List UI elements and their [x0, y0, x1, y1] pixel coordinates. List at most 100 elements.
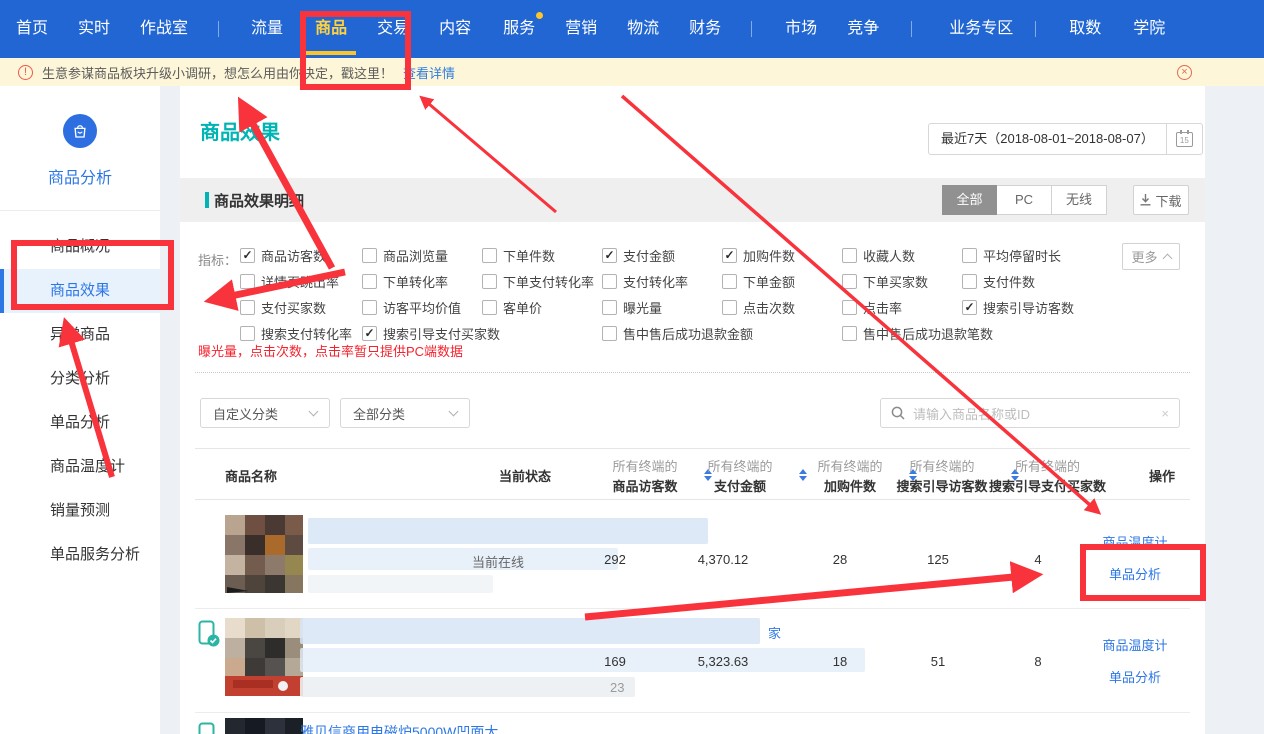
checkbox-icon[interactable] — [962, 274, 977, 289]
column-header-visitors[interactable]: 所有终端的 商品访客数 — [590, 449, 700, 501]
nav-item-marketing[interactable]: 营销 — [565, 0, 597, 58]
metric-checkbox[interactable]: ✓商品访客数 — [240, 246, 326, 265]
checkbox-icon[interactable] — [842, 274, 857, 289]
checkbox-icon[interactable] — [362, 248, 377, 263]
checkbox-icon[interactable] — [602, 274, 617, 289]
blurred-product-image[interactable] — [225, 515, 303, 593]
nav-item-finance[interactable]: 财务 — [689, 0, 721, 58]
column-header-pay-amount[interactable]: 所有终端的 支付金额 — [685, 449, 795, 501]
metric-checkbox[interactable]: 收藏人数 — [842, 246, 915, 265]
product-search-input[interactable]: 请输入商品名称或ID × — [880, 398, 1180, 428]
blurred-product-image[interactable] — [225, 718, 303, 734]
metric-checkbox[interactable]: 下单件数 — [482, 246, 555, 265]
checkbox-icon[interactable]: ✓ — [362, 326, 377, 341]
nav-item-realtime[interactable]: 实时 — [78, 0, 110, 58]
checkbox-icon[interactable]: ✓ — [722, 248, 737, 263]
checkbox-icon[interactable] — [722, 300, 737, 315]
checkbox-icon[interactable] — [362, 274, 377, 289]
date-range-picker[interactable]: 最近7天（2018-08-01~2018-08-07） 15 — [928, 123, 1203, 155]
blurred-product-image[interactable] — [225, 618, 303, 696]
sidebar-item-product-thermometer[interactable]: 商品温度计 — [0, 445, 160, 489]
checkbox-icon[interactable]: ✓ — [240, 248, 255, 263]
blurred-product-name — [308, 575, 493, 593]
nav-item-trade[interactable]: 交易 — [377, 0, 409, 58]
nav-item-traffic[interactable]: 流量 — [251, 0, 283, 58]
more-button[interactable]: 更多 — [1122, 243, 1180, 270]
tab-wireless[interactable]: 无线 — [1052, 185, 1107, 215]
nav-item-data-fetch[interactable]: 取数 — [1069, 0, 1101, 58]
metric-checkbox[interactable]: 客单价 — [482, 298, 542, 317]
metric-checkbox[interactable]: ✓搜索引导访客数 — [962, 298, 1074, 317]
metric-checkbox[interactable]: 下单金额 — [722, 272, 795, 291]
metric-checkbox[interactable]: 下单支付转化率 — [482, 272, 594, 291]
action-product-thermometer[interactable]: 商品温度计 — [1075, 532, 1195, 551]
checkbox-icon[interactable] — [842, 326, 857, 341]
metric-checkbox[interactable]: 访客平均价值 — [362, 298, 461, 317]
metric-checkbox[interactable]: ✓加购件数 — [722, 246, 795, 265]
product-name-link[interactable]: 雅贝信商用电磁炉5000W凹面大 — [300, 722, 498, 734]
nav-item-business-zone[interactable]: 业务专区 — [949, 0, 1013, 58]
sidebar-item-sales-forecast[interactable]: 销量预测 — [0, 489, 160, 533]
sidebar-item-abnormal-product[interactable]: 异常商品 — [0, 313, 160, 357]
metric-checkbox[interactable]: 售中售后成功退款笔数 — [842, 324, 993, 343]
column-header-actions: 操作 — [1112, 449, 1205, 501]
checkbox-icon[interactable]: ✓ — [962, 300, 977, 315]
checkbox-icon[interactable] — [240, 274, 255, 289]
metric-checkbox[interactable]: 支付转化率 — [602, 272, 688, 291]
action-product-thermometer[interactable]: 商品温度计 — [1075, 635, 1195, 654]
metric-checkbox[interactable]: 下单转化率 — [362, 272, 448, 291]
metric-label: 收藏人数 — [863, 246, 915, 265]
checkbox-icon[interactable] — [482, 248, 497, 263]
metric-checkbox[interactable]: 详情页跳出率 — [240, 272, 339, 291]
metric-checkbox[interactable]: 点击率 — [842, 298, 902, 317]
nav-item-home[interactable]: 首页 — [16, 0, 48, 58]
checkbox-icon[interactable] — [722, 274, 737, 289]
checkbox-icon[interactable] — [482, 274, 497, 289]
checkbox-icon[interactable] — [482, 300, 497, 315]
nav-item-service[interactable]: 服务 — [503, 0, 535, 58]
metric-checkbox[interactable]: 点击次数 — [722, 298, 795, 317]
action-single-item-analysis[interactable]: 单品分析 — [1075, 564, 1195, 583]
metric-checkbox[interactable]: 支付件数 — [962, 272, 1035, 291]
nav-item-product[interactable]: 商品 — [315, 0, 347, 58]
download-button[interactable]: 下载 — [1133, 185, 1189, 215]
nav-item-warroom[interactable]: 作战室 — [140, 0, 188, 58]
nav-item-academy[interactable]: 学院 — [1133, 0, 1165, 58]
nav-item-contentnav[interactable]: 内容 — [439, 0, 471, 58]
sidebar-item-product-overview[interactable]: 商品概况 — [0, 225, 160, 269]
clear-icon[interactable]: × — [1161, 406, 1169, 421]
custom-category-dropdown[interactable]: 自定义分类 — [200, 398, 330, 428]
blurred-product-name — [308, 518, 708, 544]
banner-detail-link[interactable]: 查看详情 — [403, 63, 455, 82]
checkbox-icon[interactable] — [962, 248, 977, 263]
checkbox-icon[interactable] — [362, 300, 377, 315]
nav-item-competition[interactable]: 竞争 — [847, 0, 879, 58]
sidebar-item-single-item-analysis[interactable]: 单品分析 — [0, 401, 160, 445]
sidebar-item-single-item-service[interactable]: 单品服务分析 — [0, 533, 160, 577]
sidebar-item-category-analysis[interactable]: 分类分析 — [0, 357, 160, 401]
checkbox-icon[interactable] — [842, 248, 857, 263]
metric-checkbox[interactable]: ✓支付金额 — [602, 246, 675, 265]
nav-item-logistics[interactable]: 物流 — [627, 0, 659, 58]
action-single-item-analysis[interactable]: 单品分析 — [1075, 667, 1195, 686]
metric-checkbox[interactable]: 下单买家数 — [842, 272, 928, 291]
checkbox-icon[interactable]: ✓ — [602, 248, 617, 263]
metric-checkbox[interactable]: 曝光量 — [602, 298, 662, 317]
nav-item-market[interactable]: 市场 — [785, 0, 817, 58]
checkbox-icon[interactable] — [240, 300, 255, 315]
all-category-dropdown[interactable]: 全部分类 — [340, 398, 470, 428]
metric-checkbox[interactable]: 售中售后成功退款金额 — [602, 324, 753, 343]
tab-pc[interactable]: PC — [997, 185, 1052, 215]
calendar-button[interactable]: 15 — [1166, 124, 1202, 154]
checkbox-icon[interactable] — [602, 326, 617, 341]
close-icon[interactable]: × — [1177, 65, 1192, 80]
sidebar-item-product-effect[interactable]: 商品效果 — [0, 269, 160, 313]
checkbox-icon[interactable] — [602, 300, 617, 315]
checkbox-icon[interactable] — [842, 300, 857, 315]
sidebar-menu: 商品概况 商品效果 异常商品 分类分析 单品分析 商品温度计 销量预测 单品服务… — [0, 211, 160, 577]
metric-checkbox[interactable]: 支付买家数 — [240, 298, 326, 317]
checkbox-icon[interactable] — [240, 326, 255, 341]
metric-checkbox[interactable]: 平均停留时长 — [962, 246, 1061, 265]
tab-all[interactable]: 全部 — [942, 185, 997, 215]
metric-checkbox[interactable]: 商品浏览量 — [362, 246, 448, 265]
